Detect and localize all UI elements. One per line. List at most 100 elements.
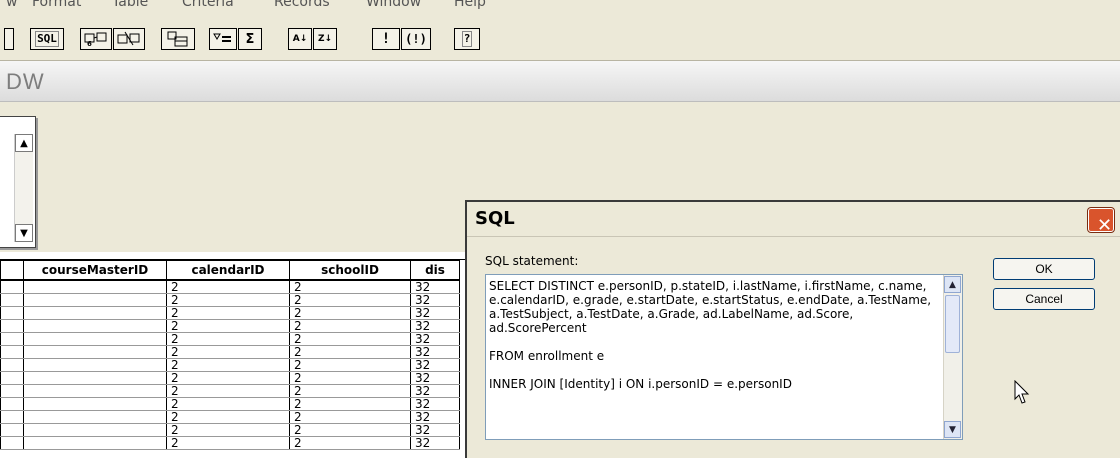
- table-cell[interactable]: [23, 384, 167, 398]
- table-cell[interactable]: 2: [166, 436, 290, 450]
- menu-records[interactable]: Records: [274, 0, 330, 10]
- table-row[interactable]: 2 2 32: [0, 306, 460, 320]
- menu-table[interactable]: Table: [112, 0, 148, 10]
- table-cell[interactable]: [23, 397, 167, 411]
- column-header[interactable]: schoolID: [289, 260, 411, 281]
- table-row[interactable]: 2 2 32: [0, 371, 460, 385]
- sql-statement-text[interactable]: SELECT DISTINCT e.personID, p.stateID, i…: [489, 279, 939, 437]
- table-cell[interactable]: 2: [289, 384, 411, 398]
- auto-query-button[interactable]: (!): [401, 28, 431, 50]
- table-cell[interactable]: 2: [166, 358, 290, 372]
- table-cell[interactable]: [23, 280, 167, 294]
- column-header[interactable]: calendarID: [166, 260, 290, 281]
- table-cell[interactable]: 32: [410, 358, 460, 372]
- table-row[interactable]: 2 2 32: [0, 345, 460, 359]
- table-cell[interactable]: [23, 371, 167, 385]
- table-row[interactable]: 2 2 32: [0, 319, 460, 333]
- sql-toolbar-button[interactable]: SQL: [30, 28, 64, 50]
- menu-criteria[interactable]: Criteria: [182, 0, 234, 10]
- table-cell[interactable]: 2: [289, 397, 411, 411]
- table-row[interactable]: 2 2 32: [0, 384, 460, 398]
- row-selector[interactable]: [0, 423, 24, 437]
- sort-descending-button[interactable]: Z↓: [313, 28, 337, 50]
- help-button[interactable]: ?: [454, 28, 480, 50]
- table-cell[interactable]: [23, 436, 167, 450]
- execute-query-button[interactable]: !: [372, 28, 400, 50]
- row-selector[interactable]: [0, 397, 24, 411]
- table-cell[interactable]: 32: [410, 293, 460, 307]
- table-cell[interactable]: 2: [166, 371, 290, 385]
- table-cell[interactable]: [23, 410, 167, 424]
- row-selector[interactable]: [0, 280, 24, 294]
- table-cell[interactable]: 32: [410, 345, 460, 359]
- table-row[interactable]: 2 2 32: [0, 423, 460, 437]
- table-cell[interactable]: 2: [289, 345, 411, 359]
- table-cell[interactable]: 2: [166, 319, 290, 333]
- menu-format[interactable]: Format: [32, 0, 81, 10]
- table-cell[interactable]: 32: [410, 410, 460, 424]
- column-header[interactable]: courseMasterID: [23, 260, 167, 281]
- table-cell[interactable]: 2: [166, 293, 290, 307]
- totals-button[interactable]: Σ: [238, 28, 262, 50]
- table-cell[interactable]: 2: [289, 332, 411, 346]
- table-cell[interactable]: 2: [166, 397, 290, 411]
- table-cell[interactable]: 2: [289, 293, 411, 307]
- table-row[interactable]: 2 2 32: [0, 293, 460, 307]
- table-cell[interactable]: 2: [289, 371, 411, 385]
- table-cell[interactable]: 2: [289, 306, 411, 320]
- scroll-down-icon[interactable]: ▼: [944, 421, 961, 438]
- table-cell[interactable]: 2: [166, 410, 290, 424]
- row-selector[interactable]: [0, 293, 24, 307]
- cancel-button[interactable]: Cancel: [993, 288, 1095, 310]
- table-cell[interactable]: 2: [166, 280, 290, 294]
- table-row[interactable]: 2 2 32: [0, 397, 460, 411]
- table-list-box[interactable]: ▲ ▼: [0, 116, 36, 248]
- table-cell[interactable]: 32: [410, 280, 460, 294]
- table-cell[interactable]: 2: [289, 358, 411, 372]
- table-cell[interactable]: 32: [410, 306, 460, 320]
- table-cell[interactable]: 32: [410, 371, 460, 385]
- row-selector[interactable]: [0, 358, 24, 372]
- row-selector-header[interactable]: [0, 260, 24, 281]
- table-cell[interactable]: 2: [289, 319, 411, 333]
- row-selector[interactable]: [0, 319, 24, 333]
- row-selector[interactable]: [0, 384, 24, 398]
- table-cell[interactable]: [23, 293, 167, 307]
- sort-ascending-button[interactable]: A↓: [288, 28, 312, 50]
- row-selector[interactable]: [0, 345, 24, 359]
- menu-window[interactable]: Window: [366, 0, 421, 10]
- table-cell[interactable]: 32: [410, 332, 460, 346]
- table-cell[interactable]: 2: [166, 306, 290, 320]
- sql-scrollbar[interactable]: ▲ ▼: [943, 275, 962, 439]
- remove-join-button[interactable]: [113, 28, 145, 50]
- criteria-equals-button[interactable]: [209, 28, 237, 50]
- table-cell[interactable]: 32: [410, 397, 460, 411]
- row-selector[interactable]: [0, 410, 24, 424]
- table-list-scrollbar[interactable]: ▲ ▼: [14, 134, 33, 242]
- table-cell[interactable]: 2: [166, 423, 290, 437]
- table-cell[interactable]: 32: [410, 319, 460, 333]
- add-table-button[interactable]: [161, 28, 195, 50]
- row-selector[interactable]: [0, 371, 24, 385]
- table-cell[interactable]: [23, 306, 167, 320]
- table-cell[interactable]: [23, 332, 167, 346]
- join-tables-button[interactable]: 6: [80, 28, 112, 50]
- close-button[interactable]: ✕: [1088, 208, 1114, 236]
- column-header[interactable]: dis: [410, 260, 460, 281]
- table-cell[interactable]: 2: [166, 332, 290, 346]
- scroll-down-icon[interactable]: ▼: [15, 224, 33, 242]
- table-cell[interactable]: 2: [289, 423, 411, 437]
- table-cell[interactable]: 2: [166, 384, 290, 398]
- table-cell[interactable]: 2: [166, 345, 290, 359]
- row-selector[interactable]: [0, 306, 24, 320]
- sql-statement-textarea[interactable]: SELECT DISTINCT e.personID, p.stateID, i…: [485, 274, 963, 440]
- table-cell[interactable]: [23, 345, 167, 359]
- table-row[interactable]: 2 2 32: [0, 280, 460, 294]
- table-cell[interactable]: 32: [410, 384, 460, 398]
- table-row[interactable]: 2 2 32: [0, 332, 460, 346]
- table-cell[interactable]: 2: [289, 280, 411, 294]
- table-cell[interactable]: 2: [289, 410, 411, 424]
- table-cell[interactable]: [23, 423, 167, 437]
- menu-view[interactable]: w: [6, 0, 17, 10]
- table-cell[interactable]: [23, 319, 167, 333]
